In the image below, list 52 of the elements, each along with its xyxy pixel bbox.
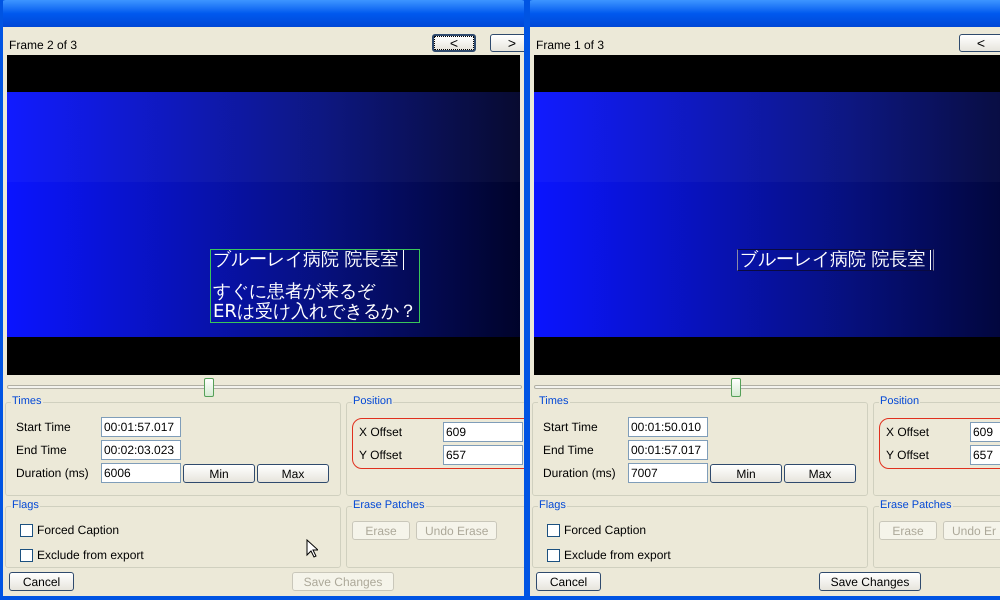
field-label: Start Time <box>16 419 72 436</box>
field-label: Y Offset <box>359 447 403 464</box>
group-title: Flags <box>538 498 567 512</box>
text-field[interactable]: 6006 <box>101 463 181 483</box>
text-caret <box>930 250 931 270</box>
field-label: End Time <box>543 442 595 459</box>
caption-line: すぐに患者が来るぞ <box>213 282 375 302</box>
limit-button[interactable]: Min <box>710 464 782 482</box>
nav-button[interactable]: < <box>432 34 476 52</box>
text-caret <box>402 250 404 270</box>
slider-thumb[interactable] <box>204 378 214 397</box>
checkbox[interactable] <box>547 524 560 536</box>
text-field[interactable]: 609 <box>443 422 523 442</box>
group-title: Flags <box>11 498 40 512</box>
caption-box[interactable]: ブルーレイ病院 院長室 すぐに患者が来るぞ ERは受け入れできるか？ <box>210 249 420 323</box>
cancel-button[interactable]: Cancel <box>9 572 74 591</box>
checkbox-label: Forced Caption <box>564 522 646 539</box>
limit-button[interactable]: Min <box>183 464 255 482</box>
field-label: Start Time <box>543 419 599 436</box>
frame-label: Frame 2 of 3 <box>9 38 78 52</box>
field-label: Y Offset <box>886 447 930 464</box>
field-label: X Offset <box>359 424 404 441</box>
timeline-slider-track[interactable] <box>534 377 1000 397</box>
caption-line: ブルーレイ病院 院長室 <box>213 250 399 270</box>
nav-button[interactable]: < <box>959 34 1000 52</box>
checkbox[interactable] <box>547 548 560 562</box>
cancel-button[interactable]: Cancel <box>536 572 601 591</box>
text-field[interactable]: 657 <box>443 445 523 465</box>
limit-button[interactable]: Max <box>784 464 856 482</box>
slider-thumb[interactable] <box>730 378 741 397</box>
timeline-slider-track[interactable] <box>7 377 522 397</box>
checkbox-label: Exclude from export <box>564 547 671 564</box>
text-field[interactable]: 00:01:57.017 <box>628 440 708 460</box>
limit-button[interactable]: Max <box>257 464 329 482</box>
text-field[interactable]: 7007 <box>628 463 708 483</box>
save-button[interactable]: Save Changes <box>819 572 921 591</box>
nav-button[interactable]: > <box>490 34 524 52</box>
checkbox[interactable] <box>20 524 33 536</box>
checkbox[interactable] <box>20 548 33 562</box>
text-field[interactable]: 657 <box>970 445 1000 465</box>
text-field[interactable]: 00:01:50.010 <box>628 417 708 437</box>
checkbox-label: Exclude from export <box>37 547 144 564</box>
checkbox-label: Forced Caption <box>37 522 120 539</box>
field-label: Duration (ms) <box>16 465 90 482</box>
text-field[interactable]: 609 <box>970 422 1000 442</box>
text-field[interactable]: 00:01:57.017 <box>101 417 181 437</box>
field-label: End Time <box>16 442 68 459</box>
text-field[interactable]: 00:02:03.023 <box>101 440 181 460</box>
field-label: X Offset <box>886 424 930 441</box>
frame-label: Frame 1 of 3 <box>536 38 604 52</box>
caption-line: ERは受け入れできるか？ <box>213 302 417 322</box>
field-label: Duration (ms) <box>543 465 617 482</box>
